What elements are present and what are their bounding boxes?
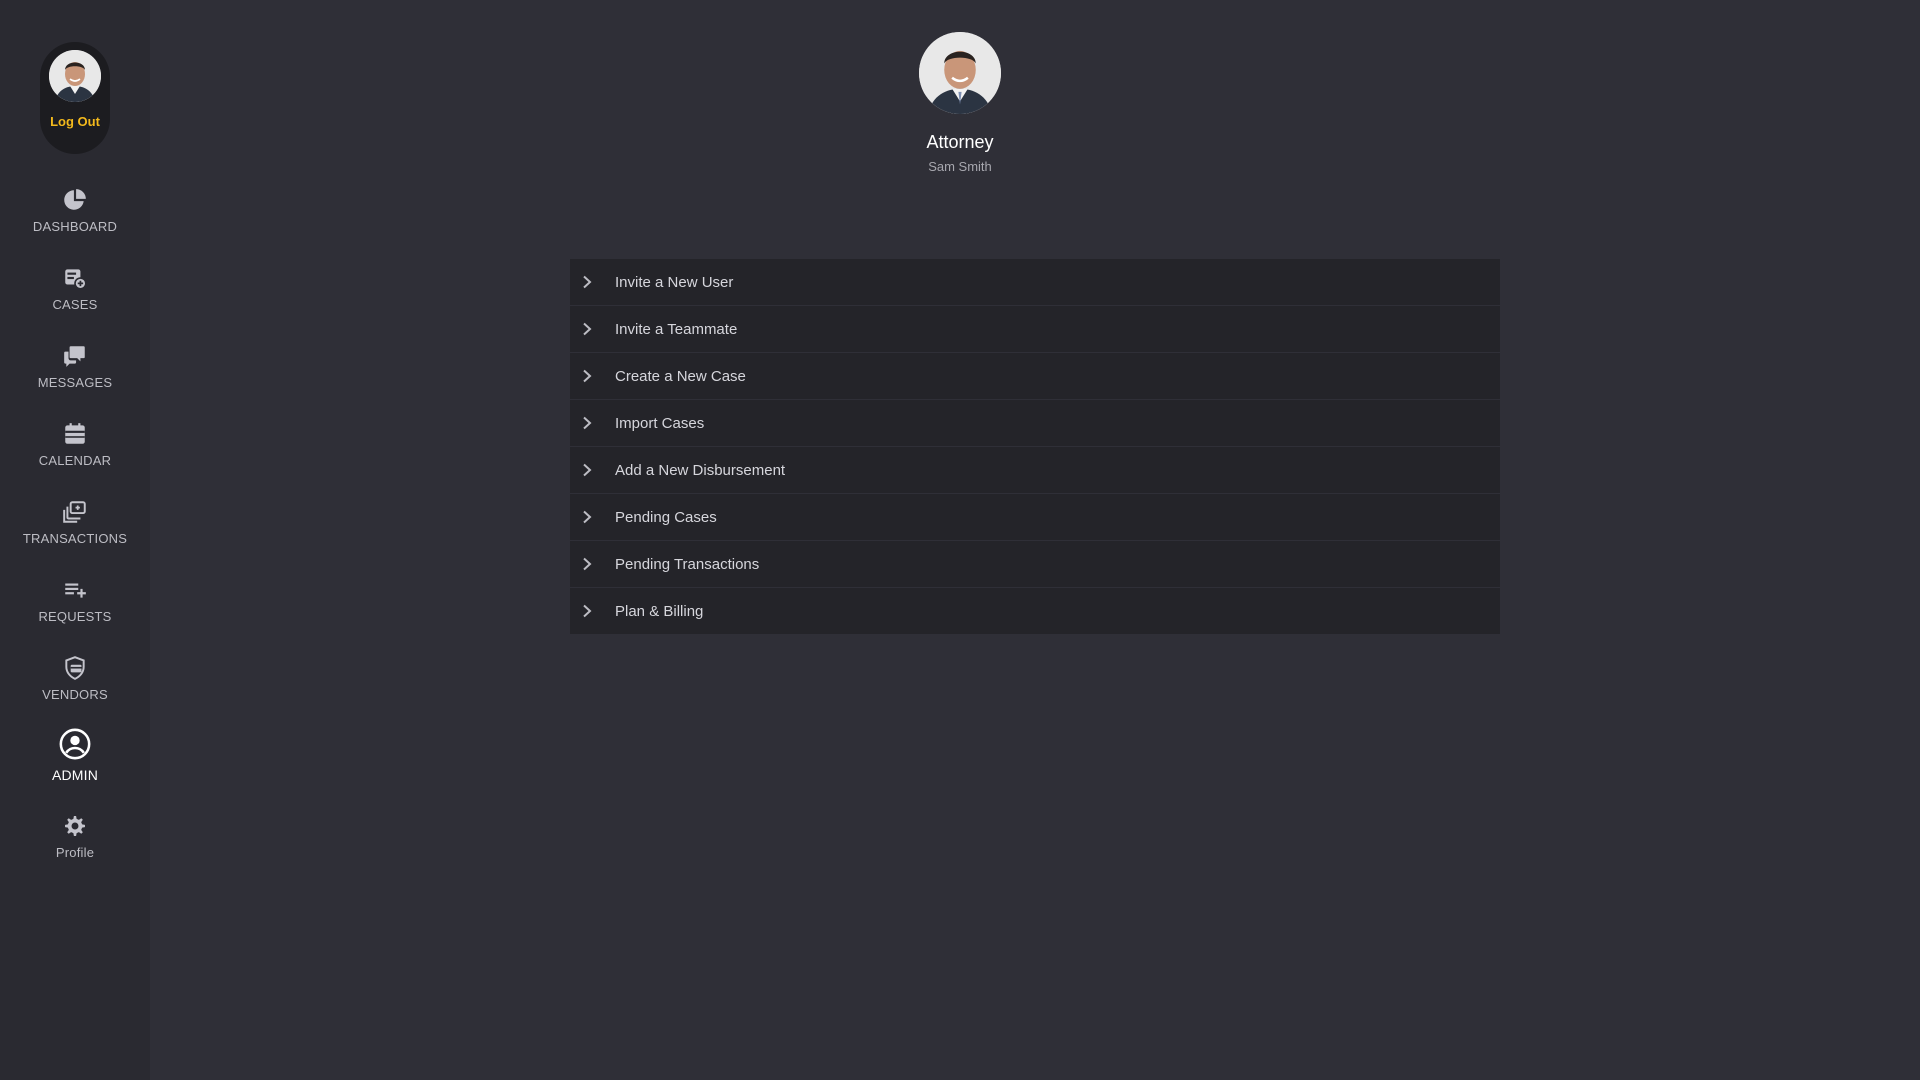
menu-item-label: Plan & Billing: [615, 602, 704, 620]
sidebar-item-calendar[interactable]: CALENDAR: [0, 421, 150, 468]
menu-item-label: Import Cases: [615, 414, 705, 432]
menu-item-label: Pending Cases: [615, 508, 717, 526]
sidebar-item-label: CALENDAR: [38, 453, 112, 468]
sidebar-item-vendors[interactable]: VENDORS: [0, 655, 150, 702]
sidebar-item-transactions[interactable]: TRANSACTIONS: [0, 499, 150, 546]
sidebar-item-label: MESSAGES: [37, 375, 113, 390]
chevron-right-icon: [583, 557, 592, 571]
menu-item-label: Invite a Teammate: [615, 320, 738, 338]
cases-icon: [65, 269, 87, 290]
sidebar-item-label: Profile: [55, 845, 95, 860]
transactions-icon: [63, 501, 86, 523]
chevron-right-icon: [583, 510, 592, 524]
logout-link[interactable]: Log Out: [50, 114, 100, 129]
chevron-right-icon: [583, 275, 592, 289]
chevron-right-icon: [583, 369, 592, 383]
sidebar-item-label: VENDORS: [42, 687, 108, 702]
avatar-portrait-icon: [919, 32, 1001, 114]
avatar[interactable]: [49, 50, 101, 102]
gear-icon: [65, 816, 85, 836]
sidebar-item-profile[interactable]: Profile: [0, 813, 150, 860]
sidebar-item-label: REQUESTS: [38, 609, 112, 624]
user-role: Attorney: [926, 132, 994, 152]
menu-item-pending-cases[interactable]: Pending Cases: [570, 494, 1500, 540]
pie-chart-icon: [64, 189, 86, 210]
sidebar: Log Out DASHBOARD CASES MESSAGES CALENDA…: [0, 0, 150, 1080]
menu-item-label: Add a New Disbursement: [615, 461, 786, 479]
menu-item-invite-teammate[interactable]: Invite a Teammate: [570, 306, 1500, 352]
profile-header: Attorney Sam Smith: [885, 32, 1035, 174]
sidebar-item-admin[interactable]: ADMIN: [0, 727, 150, 783]
sidebar-item-label: TRANSACTIONS: [22, 531, 128, 546]
account-circle-icon: [59, 728, 91, 760]
avatar-portrait-icon: [49, 50, 101, 102]
menu-item-plan-billing[interactable]: Plan & Billing: [570, 588, 1500, 634]
menu-item-pending-transactions[interactable]: Pending Transactions: [570, 541, 1500, 587]
chevron-right-icon: [583, 322, 592, 336]
sidebar-item-label: DASHBOARD: [32, 219, 118, 234]
chevron-right-icon: [583, 463, 592, 477]
sidebar-item-requests[interactable]: REQUESTS: [0, 577, 150, 624]
user-name: Sam Smith: [928, 159, 992, 174]
menu-item-add-disbursement[interactable]: Add a New Disbursement: [570, 447, 1500, 493]
calendar-icon: [65, 423, 85, 444]
menu-item-label: Create a New Case: [615, 367, 746, 385]
menu-item-import-cases[interactable]: Import Cases: [570, 400, 1500, 446]
avatar[interactable]: [919, 32, 1001, 114]
admin-menu: Invite a New User Invite a Teammate Crea…: [570, 259, 1500, 635]
vendors-icon: [65, 656, 85, 680]
sidebar-item-label: ADMIN: [51, 767, 99, 783]
sidebar-item-dashboard[interactable]: DASHBOARD: [0, 187, 150, 234]
menu-item-label: Invite a New User: [615, 273, 734, 291]
user-card: Log Out: [40, 42, 110, 154]
menu-item-invite-new-user[interactable]: Invite a New User: [570, 259, 1500, 305]
chat-bubbles-icon: [64, 346, 85, 367]
chevron-right-icon: [583, 416, 592, 430]
sidebar-item-label: CASES: [52, 297, 98, 312]
chevron-right-icon: [583, 604, 592, 618]
menu-item-label: Pending Transactions: [615, 555, 760, 573]
menu-item-create-new-case[interactable]: Create a New Case: [570, 353, 1500, 399]
sidebar-item-cases[interactable]: CASES: [0, 265, 150, 312]
playlist-add-icon: [65, 583, 86, 598]
sidebar-item-messages[interactable]: MESSAGES: [0, 343, 150, 390]
